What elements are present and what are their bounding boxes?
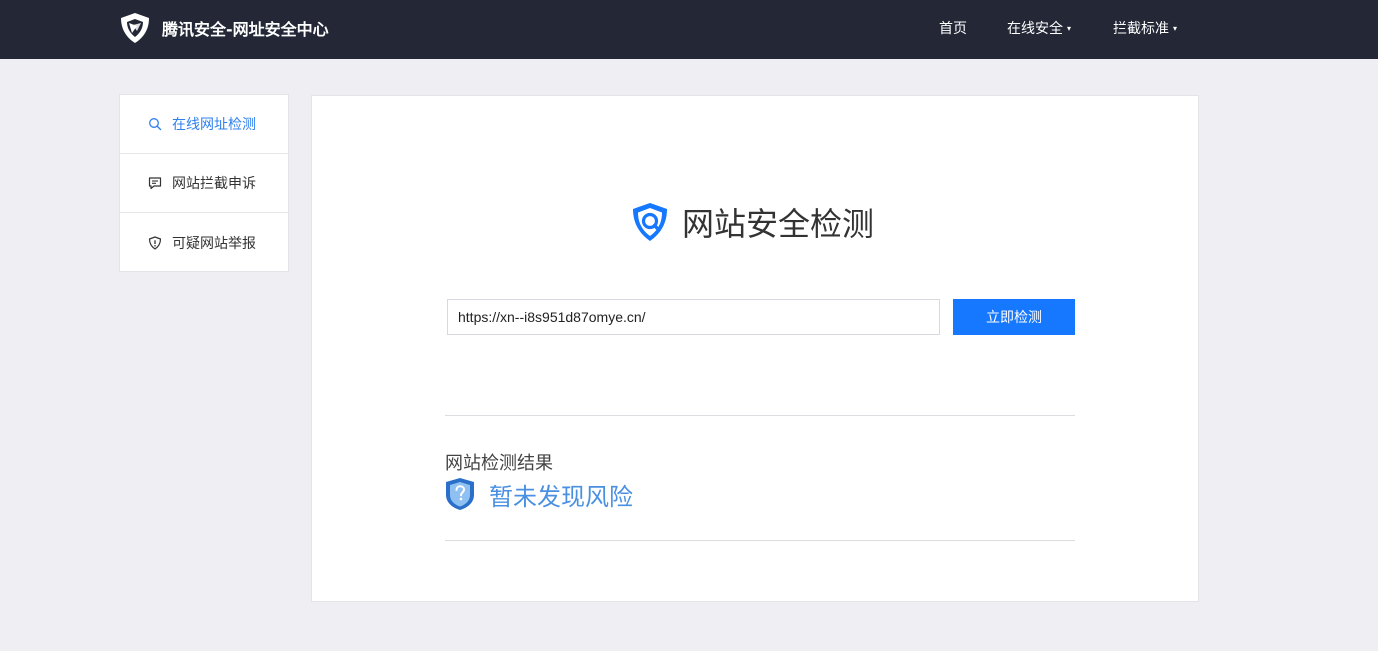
divider <box>445 415 1075 416</box>
divider <box>445 540 1075 541</box>
check-now-button[interactable]: 立即检测 <box>953 299 1075 335</box>
sidebar-item-report[interactable]: 可疑网站举报 <box>120 213 288 272</box>
nav-online-security-label: 在线安全 <box>1007 21 1063 37</box>
shield-alert-icon <box>148 235 162 250</box>
result-heading: 网站检测结果 <box>445 453 553 474</box>
site-title: 腾讯安全-网址安全中心 <box>162 20 329 39</box>
nav-home-label: 首页 <box>939 21 967 37</box>
brand[interactable]: 腾讯安全-网址安全中心 <box>118 10 329 46</box>
chevron-down-icon: ▾ <box>1173 24 1178 33</box>
page-title: 网站安全检测 <box>682 205 875 243</box>
nav-block-standards[interactable]: 拦截标准 ▾ <box>1113 18 1177 38</box>
sidebar-item-label: 在线网址检测 <box>172 117 256 133</box>
result-status-text: 暂未发现风险 <box>489 482 633 511</box>
sidebar-item-label: 网站拦截申诉 <box>172 176 256 192</box>
sidebar-item-label: 可疑网站举报 <box>172 235 256 252</box>
sidebar-item-appeal[interactable]: 网站拦截申诉 <box>120 154 288 213</box>
sidebar-item-url-check[interactable]: 在线网址检测 <box>120 95 288 154</box>
nav-block-standards-label: 拦截标准 <box>1113 21 1169 37</box>
main-panel: 网站安全检测 立即检测 网站检测结果 暂未发现风险 <box>311 95 1199 602</box>
url-input[interactable] <box>447 299 940 335</box>
result-status-row: 暂未发现风险 <box>445 477 633 511</box>
shield-search-icon <box>633 203 667 241</box>
tencent-shield-logo-icon <box>121 13 149 43</box>
sidebar: 在线网址检测 网站拦截申诉 可疑网站举报 <box>119 94 289 272</box>
message-icon <box>148 177 162 190</box>
page-heading: 网站安全检测 <box>628 200 874 244</box>
shield-question-icon <box>446 478 474 510</box>
top-navigation-bar: 腾讯安全-网址安全中心 首页 在线安全 ▾ 拦截标准 ▾ <box>0 0 1378 59</box>
chevron-down-icon: ▾ <box>1067 24 1072 33</box>
search-icon <box>149 118 162 131</box>
nav-online-security[interactable]: 在线安全 ▾ <box>1007 18 1071 38</box>
nav-home[interactable]: 首页 <box>939 18 967 38</box>
